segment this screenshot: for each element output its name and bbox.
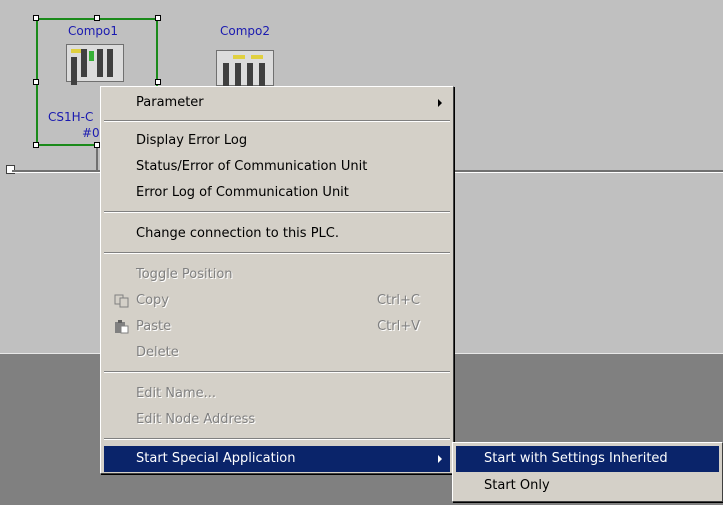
menu-item-toggle-position[interactable]: Toggle Position xyxy=(104,262,450,288)
menu-item-label: Start Only xyxy=(484,478,550,493)
shortcut-label: Ctrl+C xyxy=(376,293,420,308)
menu-item-start-special-application[interactable]: Start Special Application xyxy=(104,446,450,472)
node-name-compo2[interactable]: Compo2 xyxy=(220,24,270,38)
menu-item-paste[interactable]: Paste Ctrl+V xyxy=(104,314,450,340)
menu-item-label: Paste xyxy=(136,319,172,334)
menu-item-parameter[interactable]: Parameter xyxy=(104,90,450,116)
resize-handle[interactable] xyxy=(33,142,39,148)
menu-item-display-error-log[interactable]: Display Error Log xyxy=(104,128,450,154)
menu-item-label: Change connection to this PLC. xyxy=(136,226,339,241)
plc-device-icon[interactable] xyxy=(66,44,124,85)
submenu-item-start-with-settings-inherited[interactable]: Start with Settings Inherited xyxy=(456,446,719,472)
paste-icon xyxy=(115,320,129,334)
menu-item-label: Start with Settings Inherited xyxy=(484,451,668,466)
plc-device-icon[interactable] xyxy=(216,50,274,91)
copy-icon xyxy=(114,294,129,308)
submenu-item-start-only[interactable]: Start Only xyxy=(456,473,719,499)
menu-separator xyxy=(104,211,450,213)
menu-item-label: Parameter xyxy=(136,95,204,110)
resize-handle[interactable] xyxy=(33,79,39,85)
menu-separator xyxy=(104,252,450,254)
resize-handle[interactable] xyxy=(94,15,100,21)
menu-item-edit-node-address[interactable]: Edit Node Address xyxy=(104,407,450,433)
menu-separator xyxy=(104,371,450,373)
node-model: CS1H-C xyxy=(48,110,94,124)
node-connection-line xyxy=(96,146,98,170)
menu-item-delete[interactable]: Delete xyxy=(104,340,450,366)
menu-item-label: Error Log of Communication Unit xyxy=(136,185,349,200)
network-canvas[interactable]: Compo1 CS1H-C #0 Compo2 Parameter Displa… xyxy=(0,0,723,505)
menu-item-change-connection[interactable]: Change connection to this PLC. xyxy=(104,221,450,247)
menu-item-label: Status/Error of Communication Unit xyxy=(136,159,368,174)
menu-separator xyxy=(104,120,450,122)
menu-item-copy[interactable]: Copy Ctrl+C xyxy=(104,288,450,314)
submenu-arrow-icon xyxy=(438,455,442,463)
resize-handle[interactable] xyxy=(33,15,39,21)
menu-item-label: Display Error Log xyxy=(136,133,248,148)
menu-item-error-log-comm[interactable]: Error Log of Communication Unit xyxy=(104,180,450,206)
context-menu: Parameter Display Error Log Status/Error… xyxy=(100,86,454,474)
menu-item-label: Toggle Position xyxy=(136,267,233,282)
menu-item-label: Delete xyxy=(136,345,179,360)
menu-item-edit-name[interactable]: Edit Name... xyxy=(104,381,450,407)
menu-item-label: Edit Node Address xyxy=(136,412,256,427)
resize-handle[interactable] xyxy=(155,79,161,85)
shortcut-label: Ctrl+V xyxy=(377,319,420,334)
node-name-compo1[interactable]: Compo1 xyxy=(68,24,118,38)
menu-item-label: Edit Name... xyxy=(136,386,217,401)
submenu: Start with Settings Inherited Start Only xyxy=(452,442,723,502)
menu-item-label: Copy xyxy=(136,293,169,308)
menu-item-label: Start Special Application xyxy=(136,451,296,466)
submenu-arrow-icon xyxy=(438,99,442,107)
node-address: #0 xyxy=(82,126,100,140)
menu-separator xyxy=(104,438,450,440)
resize-handle[interactable] xyxy=(155,15,161,21)
menu-item-status-error[interactable]: Status/Error of Communication Unit xyxy=(104,154,450,180)
